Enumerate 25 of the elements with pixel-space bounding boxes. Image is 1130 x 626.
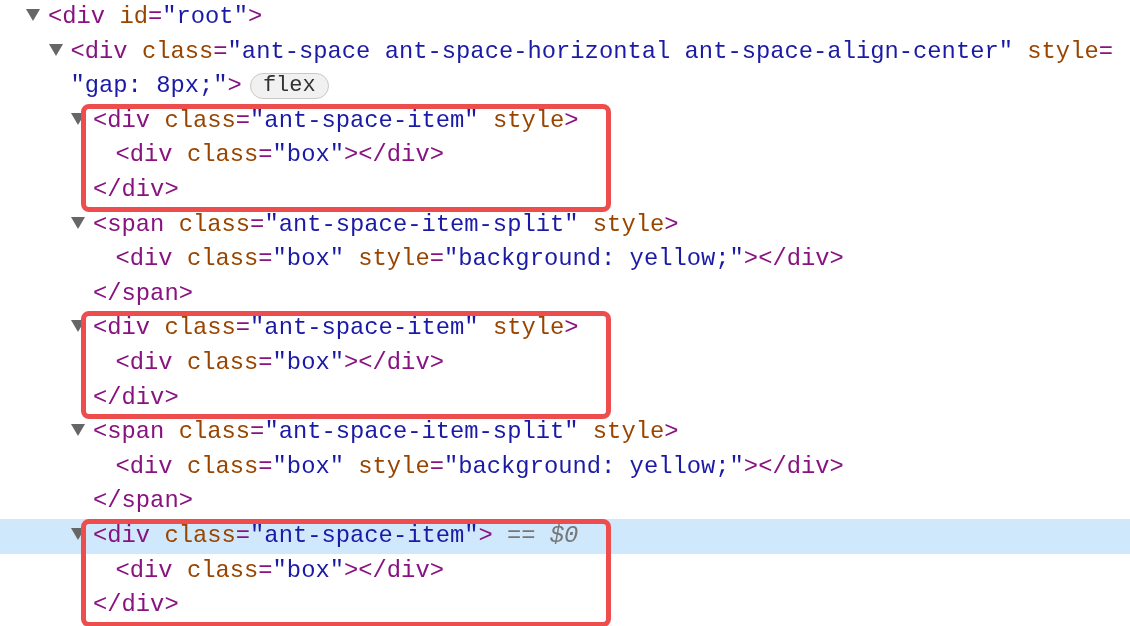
element-tag[interactable]: <div class="ant-space-item" style>	[93, 106, 579, 134]
expand-triangle-icon[interactable]	[71, 216, 85, 229]
element-tag[interactable]: "gap: 8px;">	[70, 72, 242, 100]
element-tag[interactable]: <div class="ant-space ant-space-horizontal ant-space-align-center" style=	[70, 37, 1113, 65]
console-reference: == $0	[506, 521, 579, 549]
element-tag[interactable]: <div class="ant-space-item" style>	[93, 314, 579, 342]
element-tag[interactable]: <div class="box"></div>	[115, 556, 444, 584]
expand-triangle-icon[interactable]	[48, 43, 63, 56]
element-tag[interactable]: <div class="box" style="background: yellow;"></div>	[115, 245, 844, 273]
expand-triangle-icon[interactable]	[26, 9, 40, 21]
element-tag[interactable]: <div class="box" style="background: yellow;"></div>	[115, 452, 844, 480]
closing-tag: </span>	[93, 279, 193, 307]
flex-badge[interactable]: flex	[249, 73, 329, 100]
element-tag[interactable]: <div class="box"></div>	[115, 141, 444, 169]
closing-tag: </div>	[93, 591, 179, 619]
element-tag[interactable]: <span class="ant-space-item-split" style>	[93, 210, 679, 238]
closing-tag: </div>	[93, 175, 179, 203]
closing-tag: </div>	[93, 383, 179, 411]
element-tag[interactable]: <div class="box"></div>	[115, 348, 444, 376]
closing-tag: </span>	[93, 487, 193, 515]
element-tag[interactable]: <div class="ant-space-item">	[93, 521, 493, 549]
selected-row[interactable]: <div class="ant-space-item"> == $0	[0, 518, 1130, 554]
expand-triangle-icon[interactable]	[71, 424, 85, 437]
element-tag[interactable]: <div id="root">	[48, 3, 263, 30]
element-tag[interactable]: <span class="ant-space-item-split" style>	[93, 418, 679, 446]
